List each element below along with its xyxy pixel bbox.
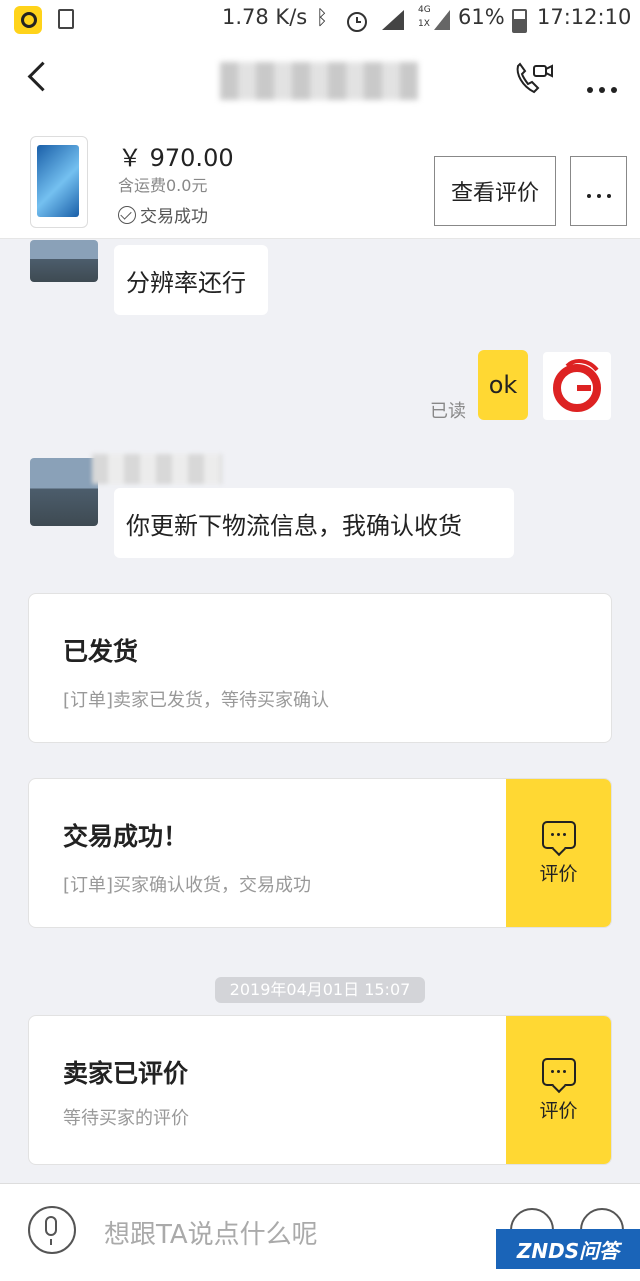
watermark: ZNDS问答 [496, 1229, 640, 1269]
download-icon [58, 9, 74, 29]
more-actions-button[interactable] [570, 156, 627, 226]
more-icon[interactable] [584, 78, 620, 97]
contact-name-blurred [220, 62, 418, 100]
review-button[interactable]: 评价 [506, 779, 611, 927]
back-icon[interactable] [27, 61, 58, 92]
network-type-bottom: 1X [418, 19, 430, 29]
battery-icon [512, 9, 527, 33]
order-card-success[interactable]: 交易成功！ [订单]买家确认收货，交易成功 评价 [28, 778, 612, 928]
video-call-icon[interactable] [512, 60, 554, 100]
avatar[interactable] [30, 240, 98, 282]
more-icon [584, 179, 614, 204]
product-price: ￥ 970.00 [118, 144, 234, 172]
avatar-logo [553, 359, 601, 412]
shipping-fee: 含运费0.0元 [118, 176, 208, 195]
bluetooth-icon: ᛒ [316, 5, 328, 29]
chat-header [0, 40, 640, 126]
network-type-top: 4G [418, 5, 431, 15]
net-speed: 1.78 K/s [222, 5, 308, 29]
signal-icon [434, 10, 450, 30]
check-circle-icon [118, 205, 136, 224]
card-desc: [订单]卖家已发货，等待买家确认 [63, 690, 330, 711]
app-icon [14, 6, 42, 34]
signal-icon [382, 10, 404, 30]
order-card-shipped[interactable]: 已发货 [订单]卖家已发货，等待买家确认 [28, 593, 612, 743]
product-image [37, 145, 79, 217]
sender-name-blurred [92, 454, 222, 484]
view-review-button[interactable]: 查看评价 [434, 156, 556, 226]
mic-icon[interactable] [28, 1206, 76, 1254]
chat-icon [541, 820, 576, 849]
card-desc: 等待买家的评价 [63, 1108, 189, 1129]
order-card-seller-reviewed[interactable]: 卖家已评价 等待买家的评价 评价 [28, 1015, 612, 1165]
avatar[interactable] [543, 352, 611, 420]
product-thumbnail[interactable] [30, 136, 88, 228]
message-bubble[interactable]: 分辨率还行 [114, 245, 268, 315]
review-button[interactable]: 评价 [506, 1016, 611, 1164]
alarm-icon [347, 12, 367, 32]
review-button-label: 评价 [539, 1099, 578, 1122]
message-bubble[interactable]: 你更新下物流信息，我确认收货 [114, 488, 514, 558]
read-receipt: 已读 [430, 401, 466, 422]
chat-icon [541, 1057, 576, 1086]
avatar[interactable] [30, 458, 98, 526]
message-input[interactable]: 想跟TA说点什么呢 [104, 1214, 318, 1251]
clock: 17:12:10 [537, 5, 632, 29]
card-title: 卖家已评价 [63, 1059, 189, 1088]
message-bubble-self[interactable]: ok [478, 350, 528, 420]
order-status: 交易成功 [118, 202, 208, 227]
card-desc: [订单]买家确认收货，交易成功 [63, 875, 312, 896]
product-summary[interactable]: ￥ 970.00 含运费0.0元 交易成功 查看评价 [0, 126, 640, 239]
order-status-text: 交易成功 [140, 207, 208, 227]
status-bar: 1.78 K/s ᛒ 4G 1X 61% 17:12:10 [0, 0, 640, 40]
card-title: 交易成功！ [63, 822, 189, 851]
review-button-label: 评价 [539, 862, 578, 885]
message-timestamp: 2019年04月01日 15:07 [215, 977, 425, 1003]
battery-level: 61% [458, 5, 505, 29]
card-title: 已发货 [63, 637, 139, 666]
